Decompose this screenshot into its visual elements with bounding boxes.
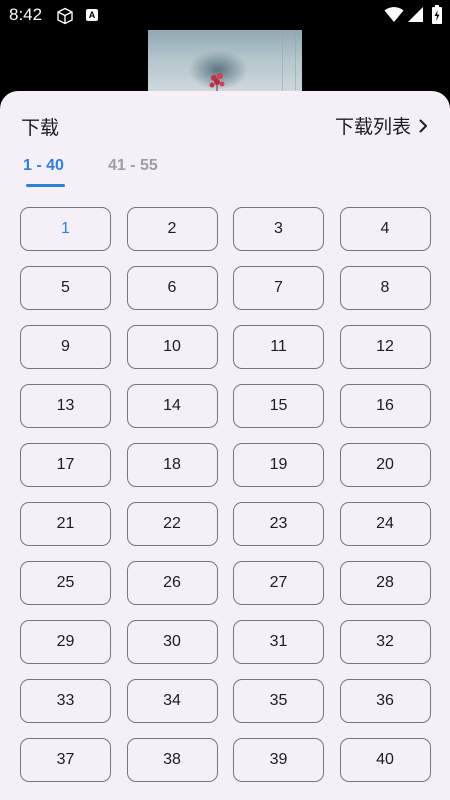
episode-button[interactable]: 22 bbox=[126, 502, 218, 546]
episode-button[interactable]: 7 bbox=[233, 266, 324, 310]
episode-button[interactable]: 16 bbox=[339, 384, 431, 428]
episode-button[interactable]: 4 bbox=[339, 207, 431, 251]
download-list-label: 下载列表 bbox=[334, 116, 411, 138]
episode-button[interactable]: 12 bbox=[339, 325, 431, 369]
episode-button[interactable]: 32 bbox=[339, 620, 431, 664]
battery-icon bbox=[432, 5, 442, 28]
episode-button[interactable]: 33 bbox=[20, 679, 111, 723]
episode-button[interactable]: 29 bbox=[20, 620, 111, 664]
status-bar: 8:42 A bbox=[0, 0, 450, 30]
episode-button[interactable]: 9 bbox=[20, 325, 111, 369]
episode-button[interactable]: 39 bbox=[233, 738, 324, 782]
video-thumbnail bbox=[148, 30, 302, 100]
episode-button[interactable]: 26 bbox=[126, 561, 218, 605]
episode-button[interactable]: 34 bbox=[126, 679, 218, 723]
a-badge-icon: A bbox=[86, 9, 98, 21]
episode-button[interactable]: 24 bbox=[339, 502, 431, 546]
cube-icon bbox=[56, 7, 74, 29]
episode-button[interactable]: 18 bbox=[126, 443, 218, 487]
episode-button[interactable]: 1 bbox=[20, 207, 111, 251]
episode-button[interactable]: 14 bbox=[126, 384, 218, 428]
sheet-title: 下载 bbox=[21, 117, 60, 139]
episode-button[interactable]: 11 bbox=[233, 325, 324, 369]
episode-grid: 1 2 3 4 5 6 7 8 9 10 11 12 13 14 15 16 17 18 19 20 21 22 23 24 2… bbox=[20, 207, 431, 782]
episode-button[interactable]: 10 bbox=[126, 325, 218, 369]
episode-range-tabs: 1 - 40 41 - 55 bbox=[0, 157, 450, 191]
episode-button[interactable]: 30 bbox=[126, 620, 218, 664]
screen: 8:42 A 下载 下载列表 1 - 40 41 - 55 1 2 3 4 5 … bbox=[0, 0, 450, 800]
signal-icon bbox=[406, 6, 424, 27]
episode-button[interactable]: 38 bbox=[126, 738, 218, 782]
episode-button[interactable]: 20 bbox=[339, 443, 431, 487]
episode-button[interactable]: 28 bbox=[339, 561, 431, 605]
episode-button[interactable]: 21 bbox=[20, 502, 111, 546]
episode-button[interactable]: 15 bbox=[233, 384, 324, 428]
episode-button[interactable]: 17 bbox=[20, 443, 111, 487]
episode-button[interactable]: 35 bbox=[233, 679, 324, 723]
download-list-link[interactable]: 下载列表 bbox=[335, 112, 428, 139]
chevron-right-icon bbox=[419, 116, 428, 138]
episode-button[interactable]: 3 bbox=[233, 207, 324, 251]
episode-button[interactable]: 25 bbox=[20, 561, 111, 605]
episode-button[interactable]: 37 bbox=[20, 738, 111, 782]
episode-button[interactable]: 19 bbox=[233, 443, 324, 487]
episode-button[interactable]: 40 bbox=[339, 738, 431, 782]
episode-button[interactable]: 23 bbox=[233, 502, 324, 546]
episode-button[interactable]: 8 bbox=[339, 266, 431, 310]
episode-button[interactable]: 6 bbox=[126, 266, 218, 310]
episode-button[interactable]: 13 bbox=[20, 384, 111, 428]
episode-button[interactable]: 5 bbox=[20, 266, 111, 310]
tab-range-41-55[interactable]: 41 - 55 bbox=[108, 157, 158, 175]
episode-button[interactable]: 31 bbox=[233, 620, 324, 664]
episode-button[interactable]: 27 bbox=[233, 561, 324, 605]
status-time: 8:42 bbox=[9, 5, 43, 24]
episode-button[interactable]: 36 bbox=[339, 679, 431, 723]
episode-button[interactable]: 2 bbox=[126, 207, 218, 251]
download-sheet: 下载 下载列表 1 - 40 41 - 55 1 2 3 4 5 6 7 8 9 10 11 12 13… bbox=[0, 91, 450, 800]
wifi-icon bbox=[384, 6, 404, 27]
tab-range-1-40[interactable]: 1 - 40 bbox=[23, 157, 64, 175]
tab-indicator bbox=[26, 184, 65, 187]
